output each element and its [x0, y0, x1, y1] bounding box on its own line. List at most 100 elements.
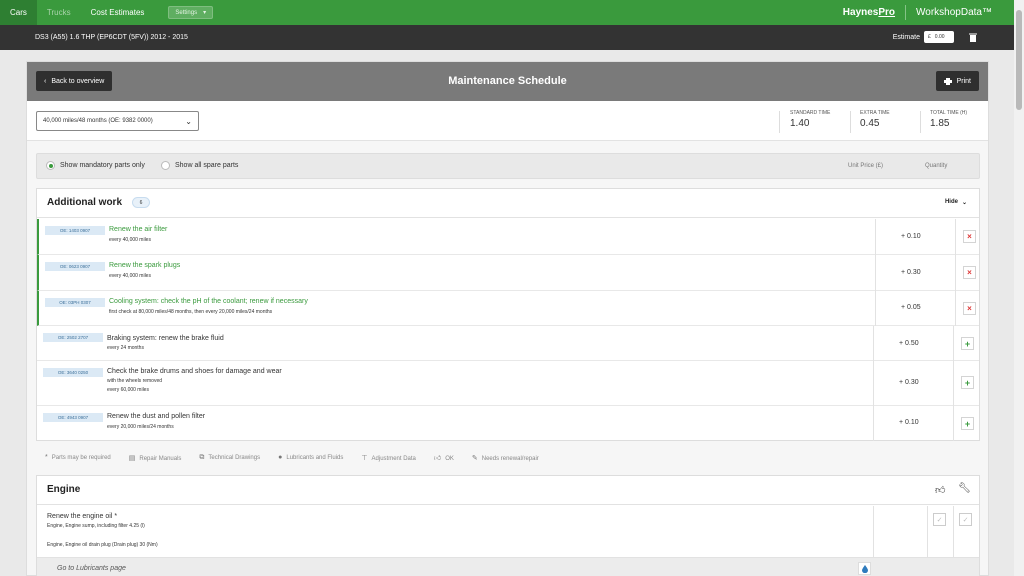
icon-legend: * Parts may be required ▤ Repair Manuals ⧉… [45, 453, 539, 463]
task-title: Renew the engine oil * [47, 513, 118, 520]
trash-icon[interactable] [966, 31, 980, 44]
settings-label: Settings [175, 9, 198, 16]
oe-code: OE: 3640 0250 [43, 368, 103, 377]
vehicle-title: DS3 (A55) 1.6 THP (EP6CDT (5FV)) 2012 - … [35, 34, 188, 41]
divider [850, 111, 851, 133]
ok-checkbox[interactable]: ✓ [933, 513, 946, 526]
task-title[interactable]: Renew the air filter [109, 226, 167, 233]
repair-checkbox[interactable]: ✓ [959, 513, 972, 526]
back-to-overview-button[interactable]: ‹ Back to overview [36, 71, 113, 91]
divider [873, 406, 874, 441]
wrench-icon: 🔧︎ [958, 483, 971, 494]
task-title[interactable]: Cooling system: check the pH of the cool… [109, 298, 308, 305]
remove-button[interactable]: × [963, 230, 976, 243]
lubricants-link-row: Go to Lubricants page [37, 557, 979, 576]
scrollbar-thumb[interactable] [1016, 10, 1022, 110]
divider [927, 506, 928, 557]
estimate-label: Estimate [892, 33, 920, 41]
legend-needs-repair: ✎ Needs renewal/repair [471, 454, 539, 462]
remove-button[interactable]: × [963, 266, 976, 279]
chevron-down-icon: ⌄ [185, 116, 192, 126]
manual-icon: ▤ [128, 454, 136, 462]
top-nav: Cars Trucks Cost Estimates Settings ▾ Ha… [0, 0, 1024, 25]
lubricant-drop-icon[interactable] [858, 562, 871, 575]
oe-code: OE: 2502 2707 [43, 333, 103, 342]
brand: HaynesPro WorkshopData™ [843, 0, 1002, 25]
table-row: OE: 3640 0250 Check the brake drums and … [37, 361, 979, 406]
drawing-icon: ⧉ [199, 453, 205, 461]
radio-mandatory-parts[interactable]: Show mandatory parts only [46, 161, 145, 170]
task-time: + 0.10 [899, 419, 919, 426]
page-title: Maintenance Schedule [448, 75, 567, 87]
settings-dropdown[interactable]: Settings ▾ [168, 6, 214, 19]
table-row: OE: 2502 2707 Braking system: renew the … [37, 326, 979, 361]
task-title[interactable]: Braking system: renew the brake fluid [107, 335, 224, 342]
printer-icon [943, 77, 952, 85]
oe-code: OE: 4943 0907 [43, 413, 103, 422]
legend-repair-manuals: ▤ Repair Manuals [128, 454, 182, 462]
remove-button[interactable]: × [963, 302, 976, 315]
divider [875, 291, 876, 326]
legend-ok: 👍︎ OK [433, 455, 454, 462]
standard-time: STANDARD TIME 1.40 [790, 110, 831, 129]
task-title[interactable]: Renew the dust and pollen filter [107, 413, 205, 420]
parts-filter-bar: Show mandatory parts only Show all spare… [36, 153, 980, 179]
interval-select[interactable]: 40,000 miles/48 months (OE: 9382 0000) ⌄ [36, 111, 199, 131]
divider [955, 255, 956, 291]
engine-header: Engine 👍︎ 🔧︎ [37, 476, 979, 505]
thumbs-up-icon: 👍︎ [935, 485, 946, 496]
vehicle-bar: DS3 (A55) 1.6 THP (EP6CDT (5FV)) 2012 - … [0, 25, 1024, 50]
task-note: with the wheels removed [107, 378, 163, 384]
divider [953, 506, 954, 557]
lubricants-link[interactable]: Go to Lubricants page [57, 565, 126, 572]
estimate-value: 0.00 [934, 34, 945, 40]
print-button[interactable]: Print [935, 71, 979, 91]
divider [953, 406, 954, 441]
gauge-icon: ⊤ [361, 454, 368, 462]
count-badge: 6 [132, 197, 150, 208]
radio-selected-icon [46, 161, 55, 170]
radio-unselected-icon [161, 161, 170, 170]
task-time: + 0.50 [899, 340, 919, 347]
add-button[interactable]: + [961, 417, 974, 430]
estimate[interactable]: Estimate £ 0.00 [893, 31, 954, 43]
quantity-header: Quantity [925, 163, 948, 169]
legend-technical-drawings: ⧉ Technical Drawings [199, 453, 261, 461]
engine-card: Engine 👍︎ 🔧︎ Renew the engine oil * Engi… [36, 475, 980, 576]
divider [779, 111, 780, 133]
nav-cars[interactable]: Cars [0, 0, 37, 25]
task-title[interactable]: Renew the spark plugs [109, 262, 180, 269]
interval-row: 40,000 miles/48 months (OE: 9382 0000) ⌄… [27, 101, 988, 141]
divider [873, 326, 874, 361]
table-row: OE: 03PH 0307 Cooling system: check the … [37, 291, 979, 326]
task-interval: every 40,000 miles [109, 273, 151, 279]
maintenance-panel: Maintenance Schedule ‹ Back to overview … [26, 61, 989, 576]
radio-all-spare-parts[interactable]: Show all spare parts [161, 161, 238, 170]
workshopdata-logo: WorkshopData™ [916, 7, 992, 18]
chevron-down-icon: ⌄ [961, 200, 967, 206]
estimate-value-box[interactable]: £ 0.00 [924, 31, 954, 43]
nav-trucks[interactable]: Trucks [37, 0, 81, 25]
task-title[interactable]: Check the brake drums and shoes for dama… [107, 368, 282, 375]
wrench-icon: ✎ [471, 454, 478, 462]
task-time: + 0.30 [901, 269, 921, 276]
divider [875, 255, 876, 291]
unit-price-header: Unit Price (£) [848, 163, 884, 169]
task-detail: Engine, Engine sump, including filter 4.… [47, 523, 145, 529]
haynespro-logo: HaynesPro [843, 5, 907, 20]
drop-icon: ● [278, 454, 283, 461]
task-interval: first check at 80,000 miles/48 months, t… [109, 309, 273, 315]
extra-time: EXTRA TIME 0.45 [860, 110, 890, 129]
nav-cost-estimates[interactable]: Cost Estimates [81, 0, 155, 25]
title-bar: Maintenance Schedule ‹ Back to overview … [27, 62, 988, 101]
add-button[interactable]: + [961, 337, 974, 350]
add-button[interactable]: + [961, 376, 974, 389]
divider [955, 291, 956, 326]
divider [955, 219, 956, 255]
chevron-left-icon: ‹ [44, 77, 47, 85]
divider [873, 361, 874, 406]
legend-parts-required: * Parts may be required [45, 454, 111, 461]
engine-title: Engine [47, 484, 81, 495]
additional-work-title: Additional work [47, 197, 122, 208]
hide-toggle[interactable]: Hide ⌄ [945, 199, 967, 206]
